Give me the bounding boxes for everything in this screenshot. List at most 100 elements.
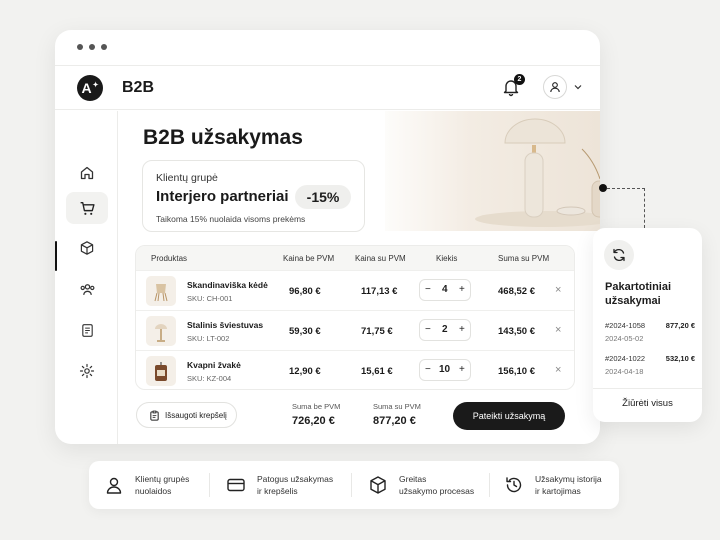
remove-item-button[interactable]: ×: [555, 364, 561, 376]
price-ex-vat: 59,30 €: [289, 326, 321, 337]
connector-line: [607, 188, 645, 228]
lamp-icon: [146, 316, 176, 346]
settings-icon: [79, 363, 95, 379]
chair-icon: [146, 276, 176, 306]
total-inc-vat-label: Suma su PVM: [373, 402, 421, 411]
discount-badge: -15%: [295, 185, 351, 209]
logo[interactable]: A ✦: [77, 75, 103, 101]
notification-badge: 2: [514, 74, 525, 85]
sidebar-item-cart[interactable]: [66, 192, 108, 224]
order-id: #2024-1058: [605, 321, 646, 330]
order-date: 2024-05-02: [605, 334, 644, 343]
view-all-link[interactable]: Žiūrėti visus: [593, 398, 702, 409]
top-bar: A ✦ B2B 2: [55, 66, 600, 110]
increase-button[interactable]: +: [459, 364, 465, 375]
user-icon: [550, 82, 560, 93]
box-icon: [80, 241, 94, 255]
feature-line: Patogus užsakymas: [257, 474, 334, 484]
divider: [593, 388, 702, 389]
brand-name: B2B: [122, 79, 155, 96]
price-ex-vat: 96,80 €: [289, 286, 321, 297]
order-date: 2024-04-18: [605, 367, 644, 376]
price-ex-vat: 12,90 €: [289, 366, 321, 377]
feature-line: nuolaidos: [135, 486, 172, 496]
sidebar-item-documents[interactable]: [66, 314, 108, 346]
sidebar-active-indicator: [55, 241, 57, 271]
total-inc-vat-value: 877,20 €: [373, 415, 416, 427]
column-header-price-inc-vat: Kaina su PVM: [355, 254, 406, 263]
table-row: Skandinaviška kėdė SKU: CH-001 96,80 € 1…: [136, 270, 574, 310]
column-header-quantity: Kiekis: [436, 254, 458, 263]
reorder-title: Pakartotiniai užsakymai: [605, 281, 672, 307]
feature-line: Klientų grupės: [135, 474, 190, 484]
hero-image: [385, 111, 600, 231]
total-inc-vat: Suma su PVM 877,20 €: [373, 402, 421, 427]
sidebar: [55, 111, 118, 444]
document-icon: [81, 323, 93, 337]
price-inc-vat: 117,13 €: [361, 286, 398, 297]
feature-item: Klientų grupės nuolaidos: [103, 461, 189, 509]
feature-line: užsakymo procesas: [399, 486, 475, 496]
save-cart-button[interactable]: Išsaugoti krepšelį: [136, 402, 237, 428]
user-menu-button[interactable]: [543, 75, 567, 99]
sidebar-item-settings[interactable]: [66, 355, 108, 387]
page-title: B2B užsakymas: [143, 126, 303, 149]
feature-item: Užsakymų istorija ir kartojimas: [503, 461, 602, 509]
decrease-button[interactable]: −: [425, 364, 431, 375]
total-ex-vat: Suma be PVM 726,20 €: [292, 402, 340, 427]
feature-line: ir kartojimas: [535, 486, 581, 496]
quantity-value[interactable]: 10: [439, 364, 450, 375]
divider: [489, 473, 490, 497]
quantity-value[interactable]: 4: [442, 284, 448, 295]
increase-button[interactable]: +: [459, 284, 465, 295]
window-controls: [77, 44, 107, 50]
feature-line: Užsakymų istorija: [535, 474, 602, 484]
product-sku: SKU: KZ-004: [187, 374, 232, 383]
remove-item-button[interactable]: ×: [555, 324, 561, 336]
total-ex-vat-value: 726,20 €: [292, 415, 335, 427]
feature-item: Patogus užsakymas ir krepšelis: [225, 461, 333, 509]
decrease-button[interactable]: −: [425, 284, 431, 295]
table-header: Produktas Kaina be PVM Kaina su PVM Kiek…: [136, 246, 574, 270]
customer-group-label: Klientų grupė: [156, 172, 218, 184]
increase-button[interactable]: +: [459, 324, 465, 335]
decrease-button[interactable]: −: [425, 324, 431, 335]
box-icon: [370, 476, 386, 494]
product-sku: SKU: LT-002: [187, 334, 230, 343]
customer-group-card: Klientų grupė Interjero partneriai -15% …: [142, 160, 365, 232]
product-name: Skandinaviška kėdė: [187, 280, 268, 290]
quantity-stepper: − 4 +: [419, 279, 471, 301]
card-icon: [227, 478, 245, 492]
quantity-value[interactable]: 2: [442, 324, 448, 335]
customer-group-name: Interjero partneriai: [156, 188, 289, 205]
feature-item: Greitas užsakymo procesas: [367, 461, 474, 509]
feature-line: Greitas: [399, 474, 427, 484]
discount-note: Taikoma 15% nuolaida visoms prekėms: [156, 214, 306, 224]
chevron-down-icon[interactable]: [573, 82, 583, 92]
row-sum: 468,52 €: [498, 286, 535, 297]
app-window: A ✦ B2B 2 B2B užsakymas Klientų grupė In…: [55, 30, 600, 444]
price-inc-vat: 71,75 €: [361, 326, 393, 337]
total-ex-vat-label: Suma be PVM: [292, 402, 341, 411]
divider: [209, 473, 210, 497]
candle-icon: [146, 356, 176, 386]
quantity-stepper: − 2 +: [419, 319, 471, 341]
user-badge-icon: [106, 477, 122, 494]
order-amount: 532,10 €: [665, 354, 695, 363]
cart-icon: [80, 201, 95, 215]
sidebar-item-customers[interactable]: [66, 273, 108, 305]
remove-item-button[interactable]: ×: [555, 284, 561, 296]
reorder-panel: Pakartotiniai užsakymai #2024-1058 877,2…: [593, 228, 702, 422]
features-bar: Klientų grupės nuolaidos Patogus užsakyma…: [89, 461, 619, 509]
column-header-price-ex-vat: Kaina be PVM: [283, 254, 335, 263]
order-table: Produktas Kaina be PVM Kaina su PVM Kiek…: [135, 245, 575, 390]
refresh-icon: [604, 240, 634, 270]
order-id: #2024-1022: [605, 354, 646, 363]
clipboard-icon: [150, 410, 159, 421]
users-icon: [80, 283, 94, 295]
sidebar-item-products[interactable]: [66, 232, 108, 264]
sidebar-item-home[interactable]: [66, 157, 108, 189]
submit-order-button[interactable]: Pateikti užsakymą: [453, 402, 565, 430]
table-row: Kvapni žvakė SKU: KZ-004 12,90 € 15,61 €…: [136, 350, 574, 389]
product-sku: SKU: CH-001: [187, 294, 233, 303]
